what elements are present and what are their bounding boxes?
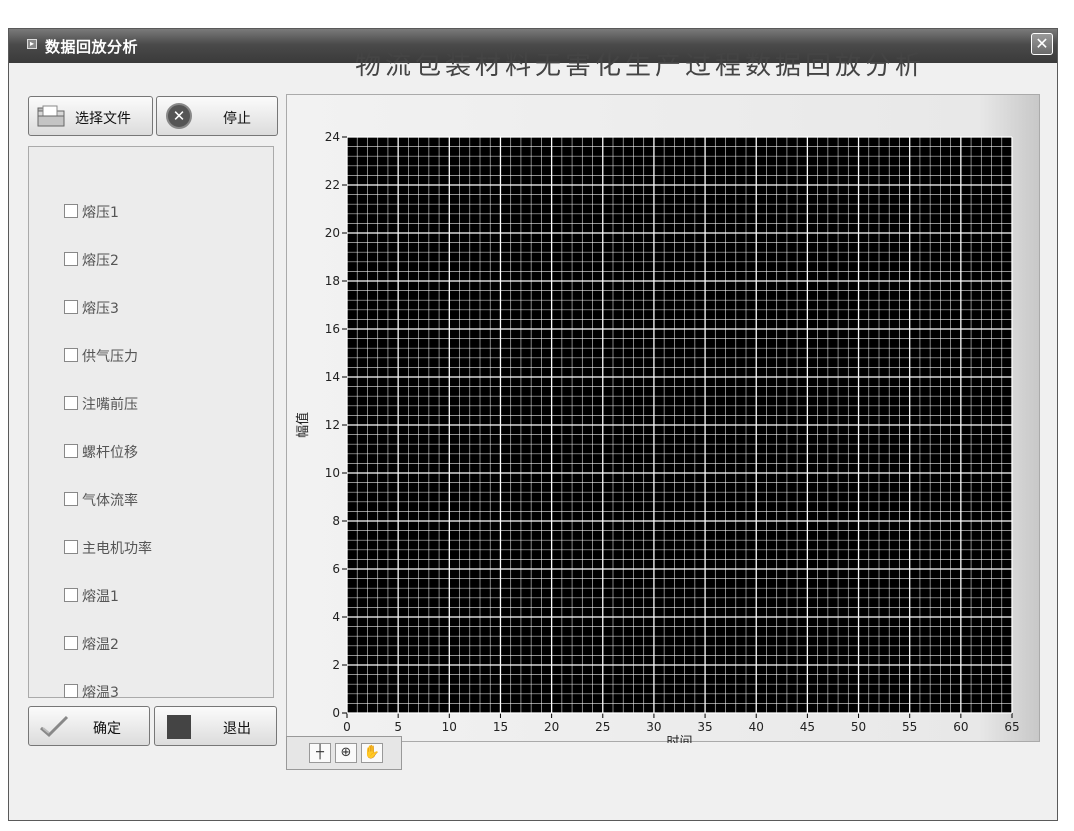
checkbox-box[interactable] (64, 252, 78, 266)
channel-label: 供气压力 (82, 349, 138, 365)
channel-label: 熔压3 (82, 301, 119, 317)
select-file-label: 选择文件 (75, 111, 131, 127)
confirm-label: 确定 (93, 721, 121, 737)
x-tick-label: 60 (953, 720, 968, 734)
checkbox-box[interactable] (64, 588, 78, 602)
channel-list-panel (28, 146, 274, 698)
x-tick-label: 50 (851, 720, 866, 734)
channel-label: 注嘴前压 (82, 397, 138, 413)
x-tick-label: 25 (595, 720, 610, 734)
checkbox-box[interactable] (64, 492, 78, 506)
checkmark-icon (40, 715, 69, 738)
checkbox-box[interactable] (64, 540, 78, 554)
x-tick-label: 45 (800, 720, 815, 734)
pan-hand-icon[interactable]: ✋ (361, 743, 383, 763)
x-tick-label: 10 (442, 720, 457, 734)
checkbox-box[interactable] (64, 204, 78, 218)
channel-label: 螺杆位移 (82, 445, 138, 461)
y-axis-label: 幅值 (295, 412, 311, 438)
x-tick-label: 65 (1004, 720, 1019, 734)
channel-label: 熔温1 (82, 589, 119, 605)
x-axis-label: 时间 (666, 735, 692, 743)
waveform-graph[interactable]: 0 5 10 15 20 25 30 35 40 45 50 55 60 65 0 2 4 6 8 10 12 14 16 1… (286, 94, 1040, 750)
y-tick-label: 6 (332, 562, 340, 576)
y-tick-label: 24 (325, 130, 340, 144)
y-tick-label: 20 (325, 226, 340, 240)
close-button[interactable]: ✕ (1031, 33, 1053, 55)
x-tick-label: 5 (394, 720, 402, 734)
checkbox-box[interactable] (64, 300, 78, 314)
checkbox-box[interactable] (64, 444, 78, 458)
window-icon: ▸ (27, 39, 37, 49)
y-tick-label: 12 (325, 418, 340, 432)
y-tick-label: 14 (325, 370, 340, 384)
stop-square-icon (167, 715, 191, 739)
checkbox-box[interactable] (64, 684, 78, 698)
channel-label: 熔压1 (82, 205, 119, 221)
exit-label: 退出 (223, 721, 251, 737)
app-title: 物流包装材料无害化生产过程数据回放分析 (354, 51, 925, 81)
stop-label: 停止 (223, 111, 251, 127)
y-tick-label: 0 (332, 706, 340, 720)
zoom-icon[interactable]: ⊕ (335, 743, 357, 763)
x-tick-label: 20 (544, 720, 559, 734)
checkbox-box[interactable] (64, 396, 78, 410)
y-tick-label: 2 (332, 658, 340, 672)
stop-button[interactable]: ✕ 停止 (156, 96, 278, 136)
exit-button[interactable]: 退出 (154, 706, 277, 746)
stop-circle-icon: ✕ (166, 103, 192, 129)
checkbox-box[interactable] (64, 348, 78, 362)
checkbox-box[interactable] (64, 636, 78, 650)
folder-icon (37, 105, 65, 127)
x-tick-label: 35 (697, 720, 712, 734)
chart-svg: 0 5 10 15 20 25 30 35 40 45 50 55 60 6502468101214161… (295, 130, 1020, 750)
graph-tool-palette: ┼ ⊕ ✋ (286, 736, 402, 770)
y-tick-label: 10 (325, 466, 340, 480)
window-title: 数据回放分析 (45, 38, 139, 56)
select-file-button[interactable]: 选择文件 (28, 96, 153, 136)
x-tick-label: 30 (646, 720, 661, 734)
channel-label: 熔温2 (82, 637, 119, 653)
x-tick-label: 0 (343, 720, 351, 734)
channel-label: 熔压2 (82, 253, 119, 269)
crosshair-icon[interactable]: ┼ (309, 743, 331, 763)
y-tick-label: 8 (332, 514, 340, 528)
x-tick-label: 15 (493, 720, 508, 734)
y-tick-label: 18 (325, 274, 340, 288)
channel-label: 主电机功率 (82, 541, 152, 557)
y-tick-label: 16 (325, 322, 340, 336)
channel-label: 熔温3 (82, 685, 119, 701)
channel-label: 气体流率 (82, 493, 138, 509)
y-tick-label: 22 (325, 178, 340, 192)
x-tick-label: 40 (749, 720, 764, 734)
x-tick-label: 55 (902, 720, 917, 734)
y-tick-label: 4 (332, 610, 340, 624)
confirm-button[interactable]: 确定 (28, 706, 150, 746)
